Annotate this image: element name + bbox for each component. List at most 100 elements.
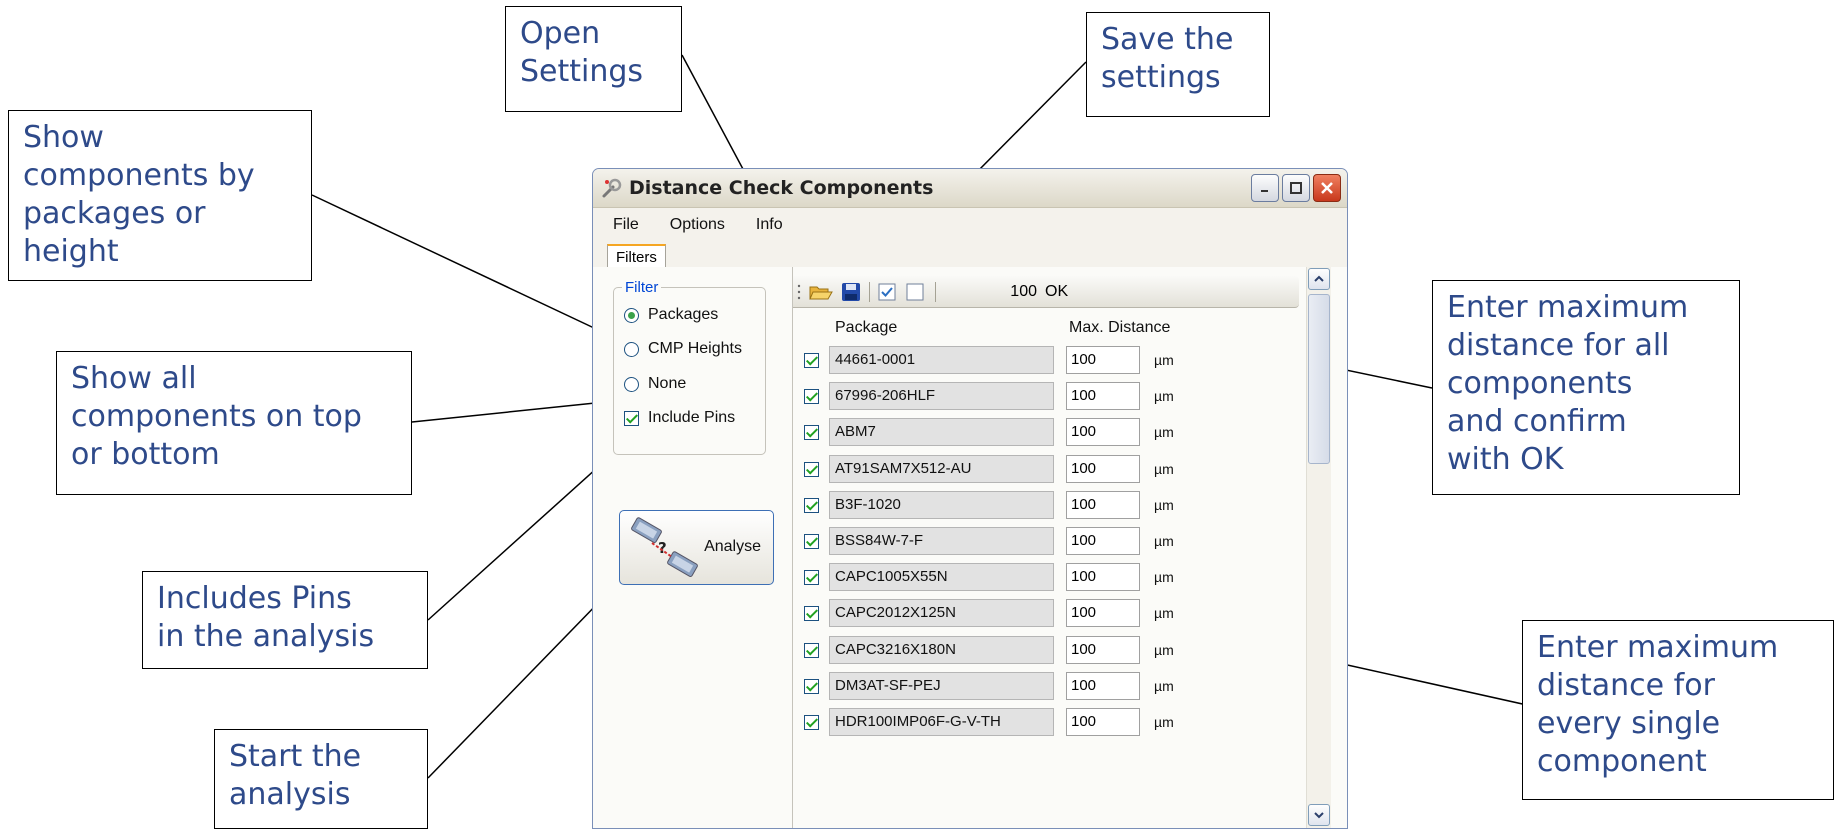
scroll-up-button[interactable] <box>1308 268 1330 290</box>
callout-max-single: Enter maximum distance for every single … <box>1522 620 1834 800</box>
uncheck-all-button[interactable] <box>905 281 925 302</box>
analyse-label: Analyse <box>704 538 761 555</box>
callout-line: component <box>1537 744 1707 779</box>
unit-label: µm <box>1154 388 1174 405</box>
maximize-button[interactable] <box>1282 174 1310 202</box>
callout-show-by-package: Show components by packages or height <box>8 110 312 281</box>
package-name-cell: ABM7 <box>829 418 1054 447</box>
row-checkbox[interactable] <box>804 642 819 658</box>
package-name-cell: BSS84W-7-F <box>829 527 1054 555</box>
table-row: ABM7 100 µm <box>793 415 1299 451</box>
floppy-disk-icon <box>842 282 860 301</box>
callout-line: analysis <box>229 777 351 812</box>
callout-line: height <box>23 234 119 269</box>
callout-line: Start the <box>229 739 362 774</box>
row-checkbox[interactable] <box>804 606 819 622</box>
tab-content: Filter Packages CMP Heights None Include… <box>593 267 1347 828</box>
analyse-button[interactable]: ? Analyse <box>619 510 774 585</box>
check-all-button[interactable] <box>877 281 897 302</box>
max-distance-input[interactable]: 100 <box>1066 708 1140 736</box>
col-header-package: Package <box>835 319 898 336</box>
chevron-down-icon <box>1314 812 1324 819</box>
row-checkbox[interactable] <box>804 534 819 549</box>
package-name-cell: HDR100IMP06F-G-V-TH <box>829 708 1054 736</box>
row-checkbox[interactable] <box>804 425 819 441</box>
unit-label: µm <box>1154 533 1174 549</box>
menu-options[interactable]: Options <box>650 216 736 234</box>
radio-none-indicator[interactable] <box>624 376 639 392</box>
minimize-button[interactable] <box>1251 174 1279 202</box>
window-title: Distance Check Components <box>629 177 934 199</box>
max-distance-all-input[interactable]: 100 <box>973 283 1037 301</box>
package-name-cell: CAPC1005X55N <box>829 563 1054 592</box>
callout-line: Show all <box>71 361 197 396</box>
callout-line: components on top <box>71 399 362 434</box>
callout-line: Settings <box>520 54 644 89</box>
scroll-down-button[interactable] <box>1308 804 1330 826</box>
unit-label: µm <box>1154 714 1174 730</box>
ok-button[interactable]: OK <box>1045 283 1068 301</box>
table-row: BSS84W-7-F 100 µm <box>793 524 1299 560</box>
callout-line: distance for all <box>1447 328 1670 363</box>
max-distance-input[interactable]: 100 <box>1066 454 1140 483</box>
max-distance-input[interactable]: 100 <box>1066 563 1140 592</box>
save-settings-button[interactable] <box>841 281 861 302</box>
table-row: 44661-0001 100 µm <box>793 343 1299 379</box>
title-bar[interactable]: Distance Check Components <box>593 169 1347 208</box>
callout-save-settings: Save the settings <box>1086 12 1270 117</box>
include-pins-label: Include Pins <box>648 409 736 426</box>
radio-none-label: None <box>648 375 687 392</box>
package-name-cell: DM3AT-SF-PEJ <box>829 671 1054 700</box>
close-button[interactable] <box>1313 174 1341 202</box>
table-row: 67996-206HLF 100 µm <box>793 379 1299 415</box>
folder-open-icon <box>809 286 833 300</box>
filter-legend: Filter <box>622 279 662 296</box>
tab-strip: Filters <box>593 242 1347 269</box>
table-row: CAPC3216X180N 100 µm <box>793 633 1299 669</box>
open-settings-button[interactable] <box>808 281 834 302</box>
checkbox-include-pins[interactable]: Include Pins <box>624 409 735 427</box>
max-distance-input[interactable]: 100 <box>1066 635 1140 664</box>
chip-compare-icon: ? <box>631 517 698 577</box>
row-checkbox[interactable] <box>804 389 819 405</box>
distance-check-window: Distance Check Components File Options I… <box>592 168 1348 829</box>
row-checkbox[interactable] <box>804 461 819 477</box>
radio-cmp-heights[interactable]: CMP Heights <box>624 340 742 358</box>
max-distance-input[interactable]: 100 <box>1066 346 1140 374</box>
row-checkbox[interactable] <box>804 353 819 368</box>
table-row: B3F-1020 100 µm <box>793 488 1299 524</box>
row-checkbox[interactable] <box>804 570 819 586</box>
max-distance-input[interactable]: 100 <box>1066 527 1140 555</box>
menu-info[interactable]: Info <box>736 216 794 234</box>
row-checkbox[interactable] <box>804 715 819 730</box>
callout-open-settings: Open Settings <box>505 6 682 112</box>
max-distance-input[interactable]: 100 <box>1066 490 1140 519</box>
row-checkbox[interactable] <box>804 678 819 694</box>
callout-line: Open <box>520 16 601 51</box>
max-distance-input[interactable]: 100 <box>1066 382 1140 411</box>
minimize-icon <box>1261 190 1268 192</box>
table-row: CAPC1005X55N 100 µm <box>793 560 1299 596</box>
unit-label: µm <box>1154 605 1174 622</box>
vertical-scrollbar[interactable] <box>1306 267 1331 828</box>
max-distance-input[interactable]: 100 <box>1066 671 1140 700</box>
max-distance-input[interactable]: 100 <box>1066 599 1140 628</box>
radio-packages[interactable]: Packages <box>624 306 718 324</box>
callout-line: Includes Pins <box>157 581 352 616</box>
radio-cmp-heights-indicator[interactable] <box>624 341 639 357</box>
unit-label: µm <box>1154 569 1174 586</box>
menu-bar: File Options Info <box>593 208 1347 242</box>
table-row: HDR100IMP06F-G-V-TH 100 µm <box>793 705 1299 741</box>
checkbox-empty-icon <box>906 283 924 300</box>
scroll-thumb[interactable] <box>1308 294 1330 464</box>
package-name-cell: B3F-1020 <box>829 490 1054 519</box>
row-checkbox[interactable] <box>804 497 819 513</box>
table-row: CAPC2012X125N 100 µm <box>793 596 1299 632</box>
radio-none[interactable]: None <box>624 375 686 393</box>
include-pins-check[interactable] <box>624 410 639 426</box>
radio-packages-indicator[interactable] <box>624 307 639 323</box>
callout-includes-pins: Includes Pins in the analysis <box>142 571 428 669</box>
max-distance-input[interactable]: 100 <box>1066 418 1140 447</box>
menu-file[interactable]: File <box>593 216 650 234</box>
tab-filters[interactable]: Filters <box>607 244 666 268</box>
